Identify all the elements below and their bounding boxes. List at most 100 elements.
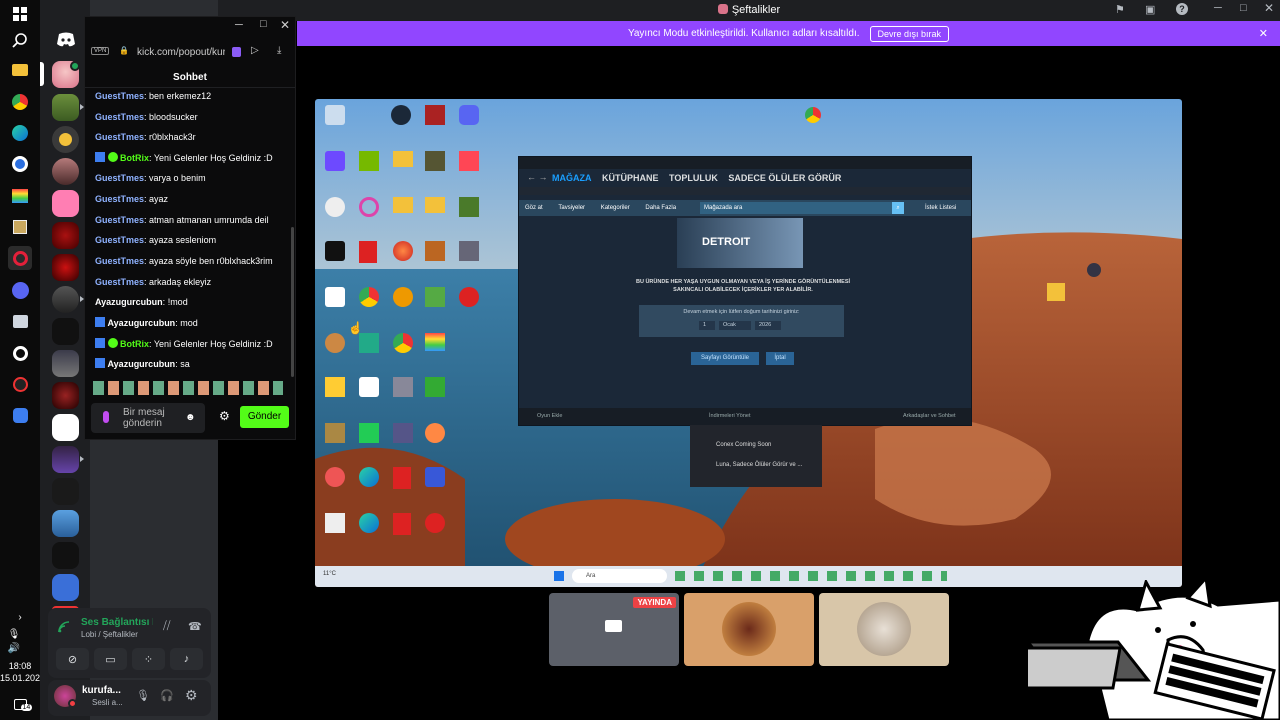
roblox-player-icon[interactable] xyxy=(359,377,379,397)
voice-channel-name[interactable]: Lobi / Şeftalikler xyxy=(81,630,138,639)
riot-client-icon[interactable] xyxy=(425,513,445,533)
popup-item[interactable]: Luna, Sadece Ölüler Görür ve ... xyxy=(716,462,802,468)
app-desktop-icon[interactable] xyxy=(393,377,413,397)
activities-button[interactable]: ⁘ xyxy=(132,648,165,670)
recycle-bin-icon[interactable] xyxy=(325,105,345,125)
app-icon[interactable] xyxy=(8,341,32,365)
store-search-input[interactable]: Mağazada ara xyxy=(700,202,892,214)
username[interactable]: kurufa... xyxy=(82,685,121,696)
bluestacks-icon[interactable] xyxy=(8,184,32,208)
shared-screen[interactable]: ← → MAĞAZA KÜTÜPHANE TOPLULUK SADECE ÖLÜ… xyxy=(315,99,1182,587)
app-icon[interactable] xyxy=(8,403,32,427)
chat-input-box[interactable]: Bir mesaj gönderin ☻ xyxy=(91,403,205,433)
microphone-icon[interactable]: 🎙 xyxy=(136,689,150,702)
steam-window[interactable]: ← → MAĞAZA KÜTÜPHANE TOPLULUK SADECE ÖLÜ… xyxy=(518,156,972,426)
minimize-icon[interactable]: ─ xyxy=(235,19,243,31)
send-icon[interactable]: ▷ xyxy=(251,45,259,56)
folder-icon[interactable] xyxy=(425,197,445,213)
settings-icon[interactable]: ⚙ xyxy=(185,687,198,704)
folder-icon[interactable] xyxy=(393,197,413,213)
minimize-icon[interactable]: ─ xyxy=(1214,2,1222,14)
app-desktop-icon[interactable] xyxy=(393,241,413,261)
app-desktop-icon[interactable] xyxy=(425,287,445,307)
app-icon[interactable] xyxy=(8,152,32,176)
tab-profile[interactable]: SADECE ÖLÜLER GÖRÜR xyxy=(728,173,841,183)
bandizip-icon[interactable] xyxy=(359,423,379,443)
pdf-icon[interactable] xyxy=(393,467,411,489)
chrome-desktop-icon[interactable] xyxy=(805,107,821,123)
capcut-icon[interactable] xyxy=(325,287,345,307)
downloads-link[interactable]: İndirmeleri Yönet xyxy=(709,408,750,425)
vpn-badge[interactable]: VPN xyxy=(91,47,110,55)
server-icon[interactable] xyxy=(52,222,79,249)
wishlist-link[interactable]: İstek Listesi xyxy=(925,200,956,216)
blender-icon[interactable] xyxy=(393,287,413,307)
screen-icon[interactable]: ▣ xyxy=(1145,3,1155,16)
edge-desktop-icon[interactable] xyxy=(359,513,379,533)
disconnect-icon[interactable]: ☎ xyxy=(188,620,202,633)
app-desktop-icon[interactable] xyxy=(425,151,445,171)
close-icon[interactable]: ✕ xyxy=(1264,1,1274,15)
tab-store[interactable]: MAĞAZA xyxy=(552,173,592,183)
chat-username[interactable]: GuestTmes xyxy=(95,194,144,204)
server-icon[interactable] xyxy=(52,126,79,153)
app-desktop-icon[interactable] xyxy=(325,197,345,217)
subnav-more[interactable]: Daha Fazla xyxy=(645,205,676,211)
start-icon[interactable] xyxy=(554,571,564,581)
server-icon[interactable] xyxy=(52,446,79,473)
pdf-icon[interactable] xyxy=(393,513,411,535)
noise-suppression-icon[interactable]: ⧸⧸ xyxy=(163,620,170,633)
chat-scrollbar[interactable] xyxy=(291,227,294,377)
nvidia-desktop-icon[interactable] xyxy=(359,151,379,171)
putty-icon[interactable] xyxy=(393,423,413,443)
notification-icon[interactable]: 14 xyxy=(8,692,33,716)
chat-username[interactable]: Ayazugurcubun xyxy=(95,297,163,307)
chat-settings-icon[interactable]: ⚙ xyxy=(219,409,230,423)
app-desktop-icon[interactable] xyxy=(359,333,379,353)
chat-username[interactable]: GuestTmes xyxy=(95,91,144,101)
browser-icon[interactable] xyxy=(8,90,32,114)
chat-username[interactable]: Ayazugurcubun xyxy=(108,318,176,328)
app-icon[interactable] xyxy=(8,309,32,333)
participant-tile-screen[interactable]: YAYINDA xyxy=(549,593,679,666)
opera-icon[interactable] xyxy=(8,246,32,270)
server-icon[interactable] xyxy=(52,286,79,313)
subnav-browse[interactable]: Göz at xyxy=(525,205,543,211)
package-icon[interactable] xyxy=(8,215,32,239)
server-icon[interactable] xyxy=(52,158,79,185)
url-text[interactable]: kick.com/popout/kuru xyxy=(137,47,225,58)
close-icon[interactable]: ✕ xyxy=(280,18,290,32)
month-select[interactable]: Ocak xyxy=(719,321,751,330)
chat-username[interactable]: GuestTmes xyxy=(95,277,144,287)
tab-library[interactable]: KÜTÜPHANE xyxy=(602,173,659,183)
app-desktop-icon[interactable] xyxy=(459,197,479,217)
emoji-icon[interactable]: ☻ xyxy=(185,412,196,423)
smite-icon[interactable] xyxy=(325,423,345,443)
friends-chat-link[interactable]: Arkadaşlar ve Sohbet xyxy=(903,408,956,425)
add-game-link[interactable]: Oyun Ekle xyxy=(537,408,562,425)
popup-item[interactable]: Conex Coming Soon xyxy=(716,442,771,448)
voice-status[interactable]: Ses Bağlantısı K xyxy=(81,617,153,628)
app-desktop-icon[interactable] xyxy=(425,377,445,397)
gameforge-icon[interactable] xyxy=(359,467,379,487)
discord-taskbar-icon[interactable] xyxy=(8,278,32,302)
soundboard-button[interactable]: ♪ xyxy=(170,648,203,670)
camera-off-button[interactable]: ⊘ xyxy=(56,648,89,670)
server-icon[interactable] xyxy=(52,574,79,601)
chat-username[interactable]: BotRix xyxy=(120,339,149,349)
server-icon[interactable] xyxy=(52,510,79,537)
chat-username[interactable]: GuestTmes xyxy=(95,235,144,245)
roblox-icon[interactable] xyxy=(425,467,445,487)
slime-rancher-icon[interactable] xyxy=(325,467,345,487)
server-icon[interactable] xyxy=(52,318,79,345)
cuphead-icon[interactable] xyxy=(325,377,345,397)
clock-time[interactable]: 18:08 xyxy=(0,661,40,672)
app-desktop-icon[interactable] xyxy=(425,241,445,261)
participant-tile[interactable] xyxy=(819,593,949,666)
vpn-desktop-icon[interactable] xyxy=(325,151,345,171)
chrome-icon[interactable] xyxy=(393,333,413,353)
desktop-app-icon[interactable] xyxy=(1087,263,1101,277)
server-icon[interactable] xyxy=(52,414,79,441)
search-icon[interactable] xyxy=(8,28,32,52)
microphone-icon[interactable] xyxy=(103,411,109,423)
